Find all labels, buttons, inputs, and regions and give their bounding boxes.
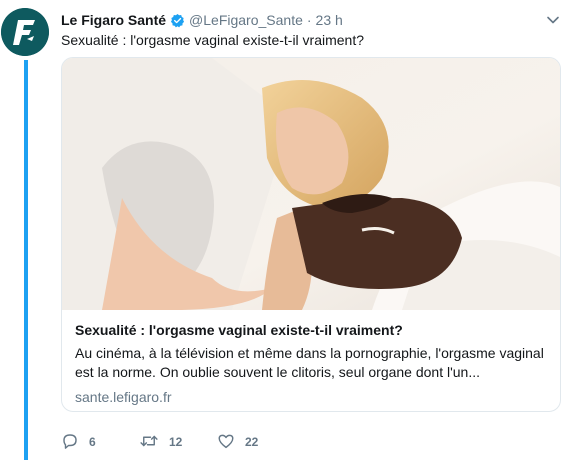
tweet-header: Le Figaro Santé @LeFigaro_Sante · 23 h [61,10,561,30]
card-body: Sexualité : l'orgasme vaginal existe-t-i… [62,310,560,406]
reply-button[interactable]: 6 [61,432,139,453]
like-button[interactable]: 22 [217,432,297,453]
retweet-count: 12 [169,435,183,449]
tweet[interactable]: Le Figaro Santé @LeFigaro_Sante · 23 h S… [0,0,573,460]
card-description: Au cinéma, à la télévision et même dans … [75,345,544,380]
heart-icon [217,432,235,453]
reply-count: 6 [89,435,96,449]
link-card[interactable]: Sexualité : l'orgasme vaginal existe-t-i… [61,57,561,412]
avatar[interactable] [1,8,49,56]
thread-line [24,60,28,460]
separator-dot: · [306,12,312,28]
timestamp[interactable]: 23 h [316,12,343,28]
card-domain: sante.lefigaro.fr [75,389,172,405]
chevron-down-icon[interactable] [545,12,561,28]
verified-badge-icon [170,13,185,28]
display-name[interactable]: Le Figaro Santé [61,12,166,28]
tweet-text: Sexualité : l'orgasme vaginal existe-t-i… [61,32,365,48]
card-title[interactable]: Sexualité : l'orgasme vaginal existe-t-i… [75,320,547,340]
card-image[interactable] [62,58,560,310]
retweet-icon [139,432,159,453]
like-count: 22 [245,435,259,449]
le-figaro-logo-icon [1,8,49,56]
tweet-actions: 6 12 22 [61,430,297,454]
reply-icon [61,432,79,453]
handle[interactable]: @LeFigaro_Sante [189,12,303,28]
retweet-button[interactable]: 12 [139,432,217,453]
